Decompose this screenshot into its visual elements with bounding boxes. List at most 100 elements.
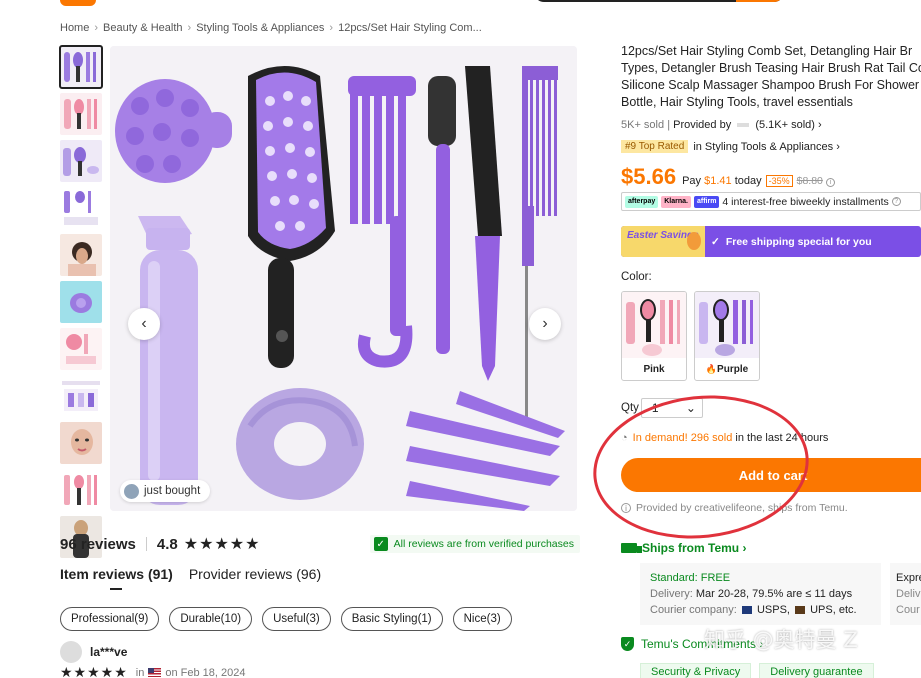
verified-notice: ✓ All reviews are from verified purchase…: [369, 535, 580, 553]
swatch-purple[interactable]: 🔥Purple: [694, 291, 760, 381]
ships-from-label: Ships from Temu: [642, 541, 740, 555]
breadcrumb-separator: ›: [187, 22, 192, 34]
avatar: [60, 641, 82, 663]
tag-useful[interactable]: Useful(3): [262, 607, 331, 631]
swatch-label-text: Purple: [717, 364, 749, 375]
review-in-label: in: [135, 666, 145, 678]
price-row: $5.66 Pay $1.41 today -35% $8.80 i: [621, 164, 835, 190]
delivery-value: Mar 20-28, 79.5% are ≤ 11 days: [695, 588, 853, 600]
thumbnail-4[interactable]: [60, 187, 102, 229]
tab-item-reviews[interactable]: Item reviews (91): [60, 566, 173, 590]
check-icon: ✓: [711, 235, 720, 248]
provider-sold[interactable]: (5.1K+ sold): [755, 119, 815, 131]
purple-set-image: [695, 292, 759, 358]
review-tags: Professional(9) Durable(10) Useful(3) Ba…: [60, 607, 522, 631]
express-shipping-box[interactable]: Expre Deliv Cour: [890, 563, 921, 625]
verified-check-icon: ✓: [373, 537, 388, 551]
pay-prefix: Pay: [682, 175, 702, 187]
pay-amount: $1.41: [704, 175, 732, 187]
tag-nice[interactable]: Nice(3): [452, 607, 512, 631]
reviews-header: 96 reviews 4.8 ★★★★★ ✓ All reviews are f…: [60, 534, 580, 554]
ups-icon: [795, 606, 806, 615]
top-rated-badge: #9 Top Rated: [621, 140, 689, 153]
seller-name-redacted[interactable]: [737, 123, 750, 128]
courier-row: Courier company: USPS, UPS, etc.: [650, 602, 871, 618]
chip-security-privacy[interactable]: Security & Privacy: [640, 663, 752, 678]
ships-from-link[interactable]: Ships from Temu ›: [621, 541, 746, 555]
reviews-count[interactable]: 96 reviews: [60, 536, 136, 553]
thumbnail-strip: [59, 45, 103, 563]
installments-text: 4 interest-free biweekly installments: [722, 195, 889, 208]
truck-icon: [621, 543, 642, 553]
chevron-left-icon[interactable]: ‹: [128, 308, 160, 340]
express-line: Cour: [896, 604, 920, 616]
reviewer-name: la***ve: [90, 645, 128, 659]
installments-bar[interactable]: afterpay Klarna. affirm 4 interest-free …: [621, 192, 921, 211]
courier-ups: UPS, etc.: [810, 604, 857, 616]
thumbnail-10[interactable]: [60, 469, 102, 511]
thumbnail-7[interactable]: [60, 328, 102, 370]
just-bought-badge: just bought: [120, 480, 211, 502]
usps-icon: [741, 606, 752, 615]
thumbnail-8[interactable]: [60, 375, 102, 417]
chip-delivery-guarantee[interactable]: Delivery guarantee: [759, 663, 874, 678]
breadcrumb-beauty-health[interactable]: Beauty & Health: [103, 22, 183, 34]
color-label: Color:: [621, 271, 652, 283]
pay-suffix: today: [734, 175, 762, 187]
tag-durable[interactable]: Durable(10): [169, 607, 253, 631]
chevron-right-icon[interactable]: ›: [818, 119, 822, 131]
swatch-pink[interactable]: Pink: [621, 291, 687, 381]
info-icon[interactable]: ?: [891, 197, 901, 206]
thumbnail-2[interactable]: [60, 93, 102, 135]
search-button[interactable]: [736, 0, 784, 2]
shield-icon: ✓: [621, 637, 634, 651]
thumbnail-1[interactable]: [59, 45, 103, 89]
afterpay-logo: afterpay: [625, 195, 659, 208]
commitment-chips: Security & Privacy Delivery guarantee: [640, 663, 882, 678]
swatch-label: Pink: [643, 364, 665, 375]
chevron-right-icon: ›: [739, 541, 747, 555]
discount-badge: -35%: [765, 175, 793, 187]
breadcrumb: Home › Beauty & Health › Styling Tools &…: [60, 22, 482, 34]
delivery-label: Delivery:: [650, 588, 693, 600]
courier-label: Courier company:: [650, 604, 737, 616]
tag-basic-styling[interactable]: Basic Styling(1): [340, 607, 443, 631]
review-tabs: Item reviews (91) Provider reviews (96): [60, 566, 337, 590]
info-icon[interactable]: i: [825, 178, 835, 187]
reviewer: la***ve: [60, 641, 127, 663]
color-swatches: Pink 🔥Purple: [621, 291, 767, 381]
just-bought-label: just bought: [144, 485, 201, 497]
breadcrumb-current: 12pcs/Set Hair Styling Com...: [338, 22, 482, 34]
thumbnail-6[interactable]: [60, 281, 102, 323]
old-price: $8.80: [796, 175, 823, 187]
thumbnail-5[interactable]: [60, 234, 102, 276]
rating-value: 4.8: [156, 535, 178, 553]
fire-icon: 🔥: [705, 364, 718, 374]
thumbnail-9[interactable]: [60, 422, 102, 464]
standard-shipping-box[interactable]: Standard: FREE Delivery: Mar 20-28, 79.5…: [640, 563, 881, 625]
temu-logo[interactable]: [60, 0, 96, 6]
tab-provider-reviews[interactable]: Provider reviews (96): [189, 566, 321, 588]
tag-professional[interactable]: Professional(9): [60, 607, 160, 631]
top-rated-category: in Styling Tools & Appliances: [693, 140, 834, 153]
thumbnail-3[interactable]: [60, 140, 102, 182]
breadcrumb-styling-tools[interactable]: Styling Tools & Appliances: [196, 22, 324, 34]
breadcrumb-home[interactable]: Home: [60, 22, 89, 34]
buyer-avatar-icon: [124, 483, 139, 499]
top-bar: [0, 0, 921, 12]
sold-line: 5K+ sold | Provided by (5.1K+ sold) ›: [621, 119, 822, 131]
review-stars-icon: ★★★★★: [60, 664, 128, 678]
breadcrumb-separator: ›: [94, 22, 99, 34]
main-product-image[interactable]: ‹ › just bought: [110, 46, 577, 511]
pay-today: Pay $1.41 today: [682, 175, 762, 187]
title-line: Silicone Scalp Massager Shampoo Brush Fo…: [621, 78, 920, 92]
sold-count: 5K+ sold: [621, 119, 665, 131]
top-rated-row[interactable]: #9 Top Rated in Styling Tools & Applianc…: [621, 140, 840, 153]
promo-banner[interactable]: Easter Savings ✓ Free shipping special f…: [621, 226, 921, 257]
product-title: 12pcs/Set Hair Styling Comb Set, Detangl…: [621, 43, 921, 111]
promo-label: Free shipping special for you: [725, 235, 872, 248]
title-line: Bottle, Hair Styling Tools, travel essen…: [621, 95, 853, 109]
verified-text: All reviews are from verified purchases: [393, 538, 574, 550]
chevron-right-icon[interactable]: ›: [529, 308, 561, 340]
express-line: Deliv: [896, 588, 921, 600]
